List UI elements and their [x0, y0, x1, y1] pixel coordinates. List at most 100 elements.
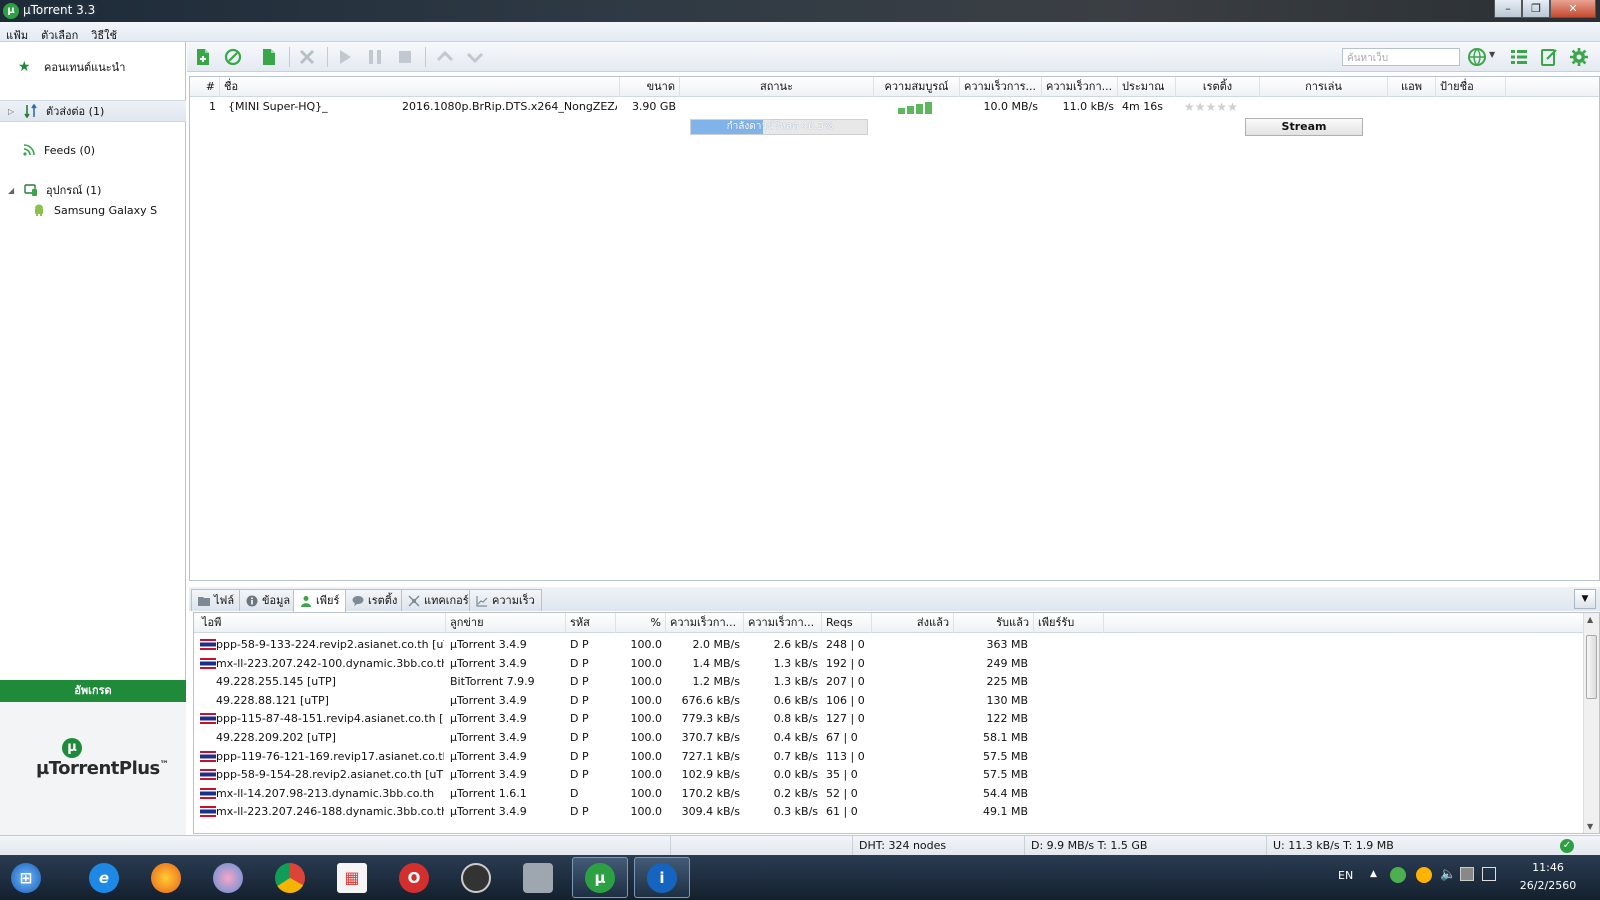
column-header-ip[interactable]: ไอพี: [194, 613, 446, 633]
sidebar-item-feeds[interactable]: Feeds (0): [0, 139, 186, 161]
column-header-percent[interactable]: %: [616, 613, 666, 633]
taskbar-internet-explorer[interactable]: e: [76, 857, 132, 898]
pause-icon[interactable]: [365, 47, 385, 67]
expand-arrow-icon[interactable]: ▷: [8, 107, 18, 116]
sidebar-item-devices[interactable]: ◢ อุปกรณ์ (1): [0, 179, 186, 201]
taskbar-tool[interactable]: [510, 857, 566, 898]
table-row[interactable]: 49.228.88.121 [uTP] µTorrent 3.4.9 D P 100.…: [194, 691, 1569, 710]
rating-star-icon[interactable]: ★: [1227, 100, 1238, 114]
column-header-app[interactable]: แอพ: [1388, 77, 1436, 97]
sidebar-item-device-samsung[interactable]: Samsung Galaxy S: [0, 199, 186, 221]
tray-shield-icon[interactable]: [1390, 867, 1406, 883]
collapse-arrow-icon[interactable]: ◢: [8, 186, 18, 195]
add-torrent-icon[interactable]: [193, 47, 213, 67]
table-row[interactable]: ppp-119-76-121-169.revip17.asianet.co.th…: [194, 747, 1569, 766]
rating-star-icon[interactable]: ★: [1216, 100, 1227, 114]
tab-speed[interactable]: ความเร็ว: [469, 589, 542, 611]
peers-scrollbar[interactable]: ▲ ▼: [1583, 613, 1599, 833]
utorrent-plus-banner[interactable]: µ µTorrentPlus™: [0, 702, 186, 835]
clock-date[interactable]: 26/2/2560: [1518, 879, 1578, 892]
taskbar-app-grid[interactable]: ▦: [324, 857, 380, 898]
collapse-panel-button[interactable]: ▼: [1574, 589, 1596, 609]
create-torrent-icon[interactable]: [259, 47, 279, 67]
scroll-down-icon[interactable]: ▼: [1587, 822, 1593, 831]
tray-app-icon[interactable]: [1416, 867, 1432, 883]
search-provider-dropdown-icon[interactable]: ▼: [1489, 50, 1495, 59]
column-header-down-speed[interactable]: ความเร็วการ...: [960, 77, 1042, 97]
menu-file[interactable]: แฟ้ม: [6, 22, 35, 42]
table-row[interactable]: mx-ll-14.207.98-213.dynamic.3bb.co.th µTo…: [194, 784, 1569, 803]
detailed-view-icon[interactable]: [1509, 47, 1529, 67]
column-header-play[interactable]: การเล่น: [1260, 77, 1388, 97]
taskbar-info-app[interactable]: i: [634, 857, 690, 898]
show-hidden-icons-icon[interactable]: ▲: [1370, 869, 1377, 879]
table-row[interactable]: 49.228.209.202 [uTP] µTorrent 3.4.9 D P 100…: [194, 728, 1569, 747]
table-row[interactable]: ppp-115-87-48-151.revip4.asianet.co.th […: [194, 709, 1569, 728]
column-header-downloaded[interactable]: รับแล้ว: [954, 613, 1034, 633]
add-torrent-url-icon[interactable]: [223, 47, 243, 67]
minimize-button[interactable]: –: [1494, 0, 1522, 18]
taskbar-firefox[interactable]: [138, 857, 194, 898]
network-icon[interactable]: [1460, 867, 1474, 881]
tab-files[interactable]: ไฟล์: [191, 589, 242, 611]
scroll-up-icon[interactable]: ▲: [1587, 615, 1593, 624]
close-button[interactable]: ✕: [1550, 0, 1596, 18]
stream-button[interactable]: Stream: [1245, 118, 1363, 136]
column-header-uploaded[interactable]: ส่งแล้ว: [872, 613, 954, 633]
table-row[interactable]: ppp-58-9-133-224.revip2.asianet.co.th [u…: [194, 635, 1569, 654]
column-header-health[interactable]: ความสมบูรณ์: [874, 77, 960, 97]
stop-icon[interactable]: [395, 47, 415, 67]
column-header-size[interactable]: ขนาด: [620, 77, 680, 97]
taskbar-chrome[interactable]: [262, 857, 318, 898]
upgrade-button[interactable]: อัพเกรด: [0, 680, 186, 702]
sidebar-item-torrents[interactable]: ▷ ตัวส่งต่อ (1): [0, 100, 186, 122]
column-header-status[interactable]: สถานะ: [680, 77, 874, 97]
column-header-rating[interactable]: เรตติ้ง: [1176, 77, 1260, 97]
column-header-peer-down-speed[interactable]: ความเร็วกา...: [666, 613, 744, 633]
menu-help[interactable]: วิธีใช้: [91, 22, 124, 42]
restore-button[interactable]: ❐: [1522, 0, 1550, 18]
rating-star-icon[interactable]: ★: [1206, 100, 1217, 114]
clock-time[interactable]: 11:46: [1518, 861, 1578, 874]
start-icon[interactable]: [335, 47, 355, 67]
table-row[interactable]: ppp-58-9-154-28.revip2.asianet.co.th [uT…: [194, 765, 1569, 784]
column-header-number[interactable]: #: [190, 77, 220, 97]
search-provider-globe-icon[interactable]: [1467, 47, 1487, 67]
remote-icon[interactable]: [1539, 47, 1559, 67]
move-up-icon[interactable]: [435, 47, 455, 67]
status-upload[interactable]: U: 11.3 kB/s T: 1.9 MB: [1266, 836, 1546, 856]
table-row[interactable]: 49.228.255.145 [uTP] BitTorrent 7.9.9 D P 1…: [194, 672, 1569, 691]
column-header-client[interactable]: ลูกข่าย: [446, 613, 566, 633]
tab-ratings[interactable]: เรตติ้ง: [345, 589, 405, 611]
rating-star-icon[interactable]: ★: [1195, 100, 1206, 114]
column-header-up-speed[interactable]: ความเร็วกา...: [1042, 77, 1118, 97]
column-header-label[interactable]: ป้ายชื่อ: [1436, 77, 1506, 97]
rating-stars[interactable]: ★★★★★: [1184, 97, 1254, 117]
tab-trackers[interactable]: แทคเกอร์: [401, 589, 476, 611]
tab-info[interactable]: ข้อมูล: [239, 589, 298, 611]
search-input[interactable]: ค้นหาเว็บ: [1342, 48, 1460, 66]
table-row[interactable]: mx-ll-223.207.242-100.dynamic.3bb.co.th …: [194, 654, 1569, 673]
taskbar-obs[interactable]: [448, 857, 504, 898]
language-indicator[interactable]: EN: [1338, 869, 1353, 882]
network-ok-icon[interactable]: ✓: [1560, 839, 1574, 853]
table-row[interactable]: mx-ll-223.207.246-188.dynamic.3bb.co.th …: [194, 802, 1569, 821]
column-header-eta[interactable]: ประมาณ: [1118, 77, 1176, 97]
sidebar-item-featured[interactable]: ★ คอนเทนต์แนะนำ: [0, 56, 186, 78]
taskbar-utorrent[interactable]: µ: [572, 857, 628, 898]
menu-options[interactable]: ตัวเลือก: [41, 22, 85, 42]
volume-icon[interactable]: 🔈: [1440, 867, 1456, 882]
scrollbar-thumb[interactable]: [1586, 635, 1597, 699]
tab-peers[interactable]: เพียร์: [293, 589, 347, 612]
preferences-gear-icon[interactable]: [1569, 47, 1589, 67]
column-header-peer-downloaded[interactable]: เพียร์รับ: [1034, 613, 1104, 633]
taskbar-media-app[interactable]: [200, 857, 256, 898]
rating-star-icon[interactable]: ★: [1184, 100, 1195, 114]
column-header-name[interactable]: ชื่อ: [220, 77, 620, 97]
action-center-icon[interactable]: [1482, 867, 1496, 881]
torrent-row[interactable]: 1 {MINI Super-HQ}_ 2016.1080p.BrRip.DTS.…: [190, 97, 1599, 136]
move-down-icon[interactable]: [465, 47, 485, 67]
start-button[interactable]: ⊞: [0, 857, 52, 898]
column-header-reqs[interactable]: Reqs: [822, 613, 872, 633]
taskbar-opera[interactable]: O: [386, 857, 442, 898]
